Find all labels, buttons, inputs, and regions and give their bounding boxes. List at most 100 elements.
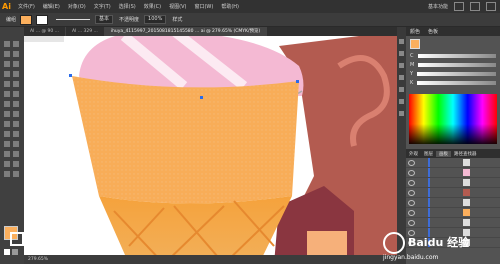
layer-thumbnail [463,179,470,186]
visibility-eye-icon[interactable] [408,190,415,196]
maximize-button[interactable] [470,2,480,11]
layer-thumbnail [463,209,470,216]
artboard-tool-icon[interactable] [4,161,10,167]
tab-swatches[interactable]: 色板 [424,28,442,35]
visibility-eye-icon[interactable] [408,180,415,186]
channel-slider-m[interactable] [418,62,496,67]
visibility-eye-icon[interactable] [408,170,415,176]
stroke-panel-icon[interactable] [399,87,404,92]
eyedropper-tool-icon[interactable] [4,141,10,147]
channel-row-y[interactable]: Y [406,69,500,78]
pencil-tool-icon[interactable] [13,81,19,87]
rotate-tool-icon[interactable] [4,101,10,107]
stroke-color-box[interactable] [10,232,24,246]
workspace-switcher[interactable]: 基本功能 [428,3,448,10]
stroke-weight-preview[interactable] [56,19,91,20]
artboard-canvas[interactable] [24,36,397,264]
minimize-button[interactable] [454,2,464,11]
opacity-field[interactable]: 100% [144,15,167,24]
menu-select[interactable]: 选择(S) [115,3,140,10]
layer-row[interactable] [406,158,500,168]
layer-row[interactable] [406,178,500,188]
stroke-style-dropdown[interactable]: 基本 [95,15,114,24]
tab-color[interactable]: 颜色 [406,28,424,35]
gradient-mode-icon[interactable] [12,249,18,255]
gradient-panel-icon[interactable] [399,99,404,104]
app-logo: Ai [2,2,11,11]
tab-document-1[interactable]: AI ... @ 90 ... [24,27,66,36]
channel-slider-k[interactable] [417,80,496,85]
menu-edit[interactable]: 编辑(E) [39,3,64,10]
current-fill-preview[interactable] [410,39,420,49]
blend-tool-icon[interactable] [13,141,19,147]
selection-tool-icon[interactable] [4,41,10,47]
tab-document-2[interactable]: AI ... 329 ... [66,27,105,36]
menu-view[interactable]: 视图(V) [165,3,190,10]
width-tool-icon[interactable] [4,111,10,117]
transparency-panel-icon[interactable] [399,111,404,116]
graph-tool-icon[interactable] [13,151,19,157]
lasso-tool-icon[interactable] [13,51,19,57]
tab-document-active[interactable]: ihuya_4115997_2015081815145580 ... ai @ … [104,27,268,36]
tab-artboards[interactable]: 画板 [436,150,451,157]
menu-type[interactable]: 文字(T) [90,3,115,10]
layer-row[interactable] [406,208,500,218]
layer-color-bar [428,168,430,177]
channel-slider-c[interactable] [417,53,496,58]
magic-wand-tool-icon[interactable] [4,51,10,57]
slice-tool-icon[interactable] [13,161,19,167]
channel-row-k[interactable]: K [406,78,500,87]
visibility-eye-icon[interactable] [408,210,415,216]
free-transform-tool-icon[interactable] [13,111,19,117]
symbol-sprayer-tool-icon[interactable] [4,151,10,157]
layer-row[interactable] [406,198,500,208]
color-panel-tabs: 颜色 色板 [406,27,500,36]
layer-row[interactable] [406,188,500,198]
swatches-panel-icon[interactable] [399,51,404,56]
zoom-level[interactable]: 279.65% [28,257,48,262]
shape-builder-tool-icon[interactable] [4,121,10,127]
color-mode-icon[interactable] [4,249,10,255]
close-button[interactable] [486,2,496,11]
channel-row-m[interactable]: M [406,60,500,69]
symbols-panel-icon[interactable] [399,75,404,80]
menu-help[interactable]: 帮助(H) [217,3,243,10]
channel-row-c[interactable]: C [406,51,500,60]
line-tool-icon[interactable] [4,71,10,77]
menu-window[interactable]: 窗口(W) [190,3,217,10]
rectangle-tool-icon[interactable] [13,71,19,77]
color-panel-icon[interactable] [399,39,404,44]
perspective-grid-tool-icon[interactable] [13,121,19,127]
visibility-eye-icon[interactable] [408,200,415,206]
gradient-tool-icon[interactable] [13,131,19,137]
color-spectrum[interactable] [409,94,497,144]
menu-file[interactable]: 文件(F) [14,3,39,10]
channel-slider-y[interactable] [417,71,496,76]
visibility-eye-icon[interactable] [408,160,415,166]
menu-effect[interactable]: 效果(C) [140,3,165,10]
tab-layers[interactable]: 图层 [421,151,436,157]
brushes-panel-icon[interactable] [399,63,404,68]
layer-color-bar [428,188,430,197]
mesh-tool-icon[interactable] [4,131,10,137]
layer-row[interactable] [406,168,500,178]
zoom-tool-icon[interactable] [13,171,19,177]
pen-tool-icon[interactable] [4,61,10,67]
visibility-eye-icon[interactable] [408,220,415,226]
scale-tool-icon[interactable] [13,101,19,107]
layer-row[interactable] [406,218,500,228]
hand-tool-icon[interactable] [4,171,10,177]
tab-appearance[interactable]: 外观 [406,151,421,157]
menu-object[interactable]: 对象(O) [64,3,90,10]
tools-panel [0,27,24,264]
blob-brush-tool-icon[interactable] [4,91,10,97]
style-label: 样式 [172,17,183,23]
type-tool-icon[interactable] [13,61,19,67]
direct-selection-tool-icon[interactable] [13,41,19,47]
layer-color-bar [428,208,430,217]
brush-tool-icon[interactable] [4,81,10,87]
stroke-color-swatch[interactable] [36,14,49,25]
fill-color-swatch[interactable] [20,14,33,25]
eraser-tool-icon[interactable] [13,91,19,97]
tab-pathfinder[interactable]: 路径查找器 [451,151,480,157]
